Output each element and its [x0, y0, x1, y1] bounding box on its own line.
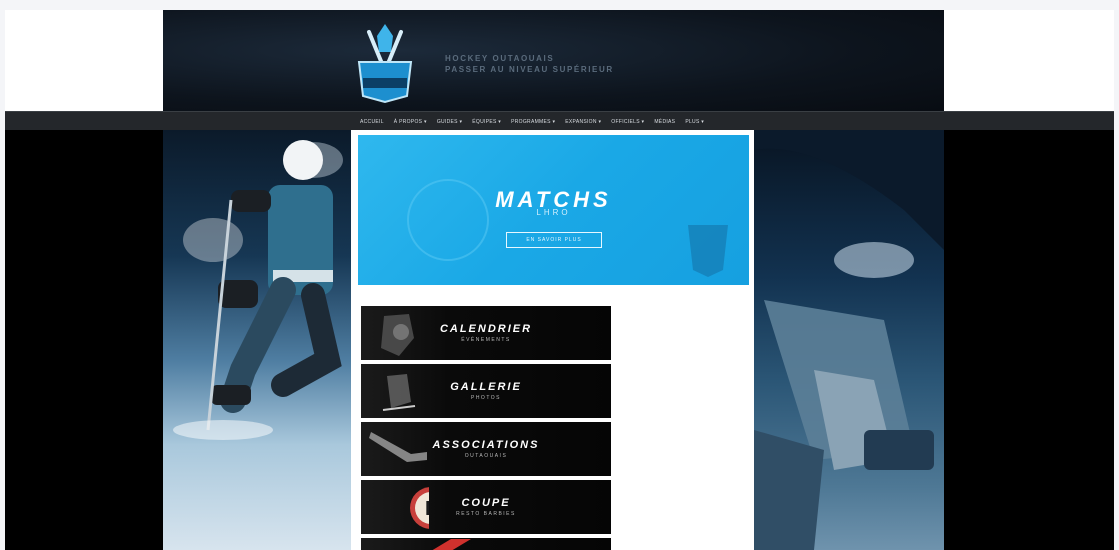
tile-subtitle: PHOTOS: [470, 395, 502, 401]
tile-title: ASSOCIATIONS: [432, 439, 540, 451]
nav-item-expansion[interactable]: EXPANSION ▾: [565, 119, 601, 125]
tile-subtitle: RESTO BARBIES: [456, 511, 516, 517]
matchs-subtitle: LHRO: [536, 208, 571, 217]
site-header: HOCKEY OUTAOUAIS PASSER AU NIVEAU SUPÉRI…: [163, 10, 944, 111]
tile-title: CALENDRIER: [439, 323, 533, 335]
matchs-more-button[interactable]: EN SAVOIR PLUS: [506, 232, 602, 248]
right-goalie-image: [754, 130, 944, 550]
matchs-banner[interactable]: MATCHS LHRO EN SAVOIR PLUS: [358, 135, 749, 285]
nav-item-programmes[interactable]: PROGRAMMES ▾: [511, 119, 555, 125]
main-navigation: ACCUEIL À PROPOS ▾ GUIDES ▾ ÉQUIPES ▾ PR…: [5, 111, 1114, 131]
nav-item-officiels[interactable]: OFFICIELS ▾: [611, 119, 644, 125]
hockey-outaouais-logo[interactable]: [353, 22, 417, 104]
goalie-illustration: [754, 130, 944, 550]
nav-item-plus[interactable]: PLUS ▾: [685, 119, 704, 125]
tile-gallerie[interactable]: GALLERIE PHOTOS: [361, 364, 611, 418]
header-tagline: HOCKEY OUTAOUAIS PASSER AU NIVEAU SUPÉRI…: [445, 53, 614, 75]
nav-item-accueil[interactable]: ACCUEIL: [360, 119, 384, 125]
tile-title: COUPE: [461, 497, 511, 509]
partial-tile-graphic: [432, 539, 471, 550]
tile-associations[interactable]: ASSOCIATIONS OUTAOUAIS: [361, 422, 611, 476]
tagline-line-2: PASSER AU NIVEAU SUPÉRIEUR: [445, 65, 614, 74]
hockey-player-illustration: [173, 140, 343, 440]
nav-item-a-propos[interactable]: À PROPOS ▾: [394, 119, 427, 125]
tile-coupe[interactable]: B COUPE RESTO BARBIES: [361, 480, 611, 534]
tagline-line-1: HOCKEY OUTAOUAIS: [445, 54, 555, 63]
nav-item-medias[interactable]: MÉDIAS: [654, 119, 675, 125]
left-hockey-player-image: [163, 130, 351, 550]
tile-calendrier[interactable]: CALENDRIER ÉVÉNEMENTS: [361, 306, 611, 360]
tile-subtitle: OUTAOUAIS: [464, 453, 508, 459]
tile-subtitle: ÉVÉNEMENTS: [461, 337, 511, 343]
nav-item-guides[interactable]: GUIDES ▾: [437, 119, 462, 125]
nav-item-equipes[interactable]: ÉQUIPES ▾: [472, 119, 501, 125]
tile-title: GALLERIE: [450, 381, 522, 393]
tile-next-partial[interactable]: [361, 538, 611, 550]
